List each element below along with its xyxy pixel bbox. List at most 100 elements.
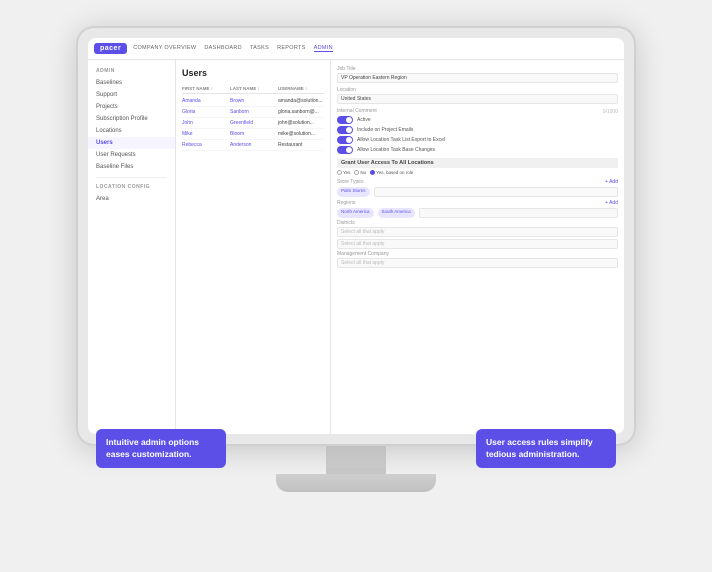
user-firstname-3: John (182, 120, 228, 126)
nav-dashboard[interactable]: DASHBOARD (204, 45, 242, 52)
table-row[interactable]: Amanda Brown amanda@solution... (182, 96, 324, 107)
tag-palm-stores: Palm Stores (337, 187, 370, 197)
store-type-tags: Palm Stores (337, 187, 618, 197)
location-label: Location (337, 87, 618, 93)
users-panel: Users FIRST NAME ↑ LAST NAME ↑ USERNAME … (176, 60, 331, 434)
job-title-label: Job Title (337, 66, 618, 72)
store-types-label: Store Types (337, 179, 364, 185)
user-lastname-1: Brown (230, 98, 276, 104)
grant-access-header: Grant User Access To All Locations (337, 158, 618, 168)
radio-no-dot[interactable] (354, 170, 359, 175)
region-select[interactable] (419, 208, 618, 218)
radio-role-dot[interactable] (370, 170, 375, 175)
districts-label: Districts (337, 220, 618, 226)
radio-role[interactable]: Yes, based on role (370, 170, 413, 175)
radio-yes-dot[interactable] (337, 170, 342, 175)
main-panel: Users FIRST NAME ↑ LAST NAME ↑ USERNAME … (176, 60, 624, 434)
tag-south-america: South America (378, 208, 415, 218)
nav-company[interactable]: COMPANY OVERVIEW (133, 45, 196, 52)
toggle-active[interactable]: Active (337, 116, 618, 124)
user-username-3: john@solution... (278, 120, 324, 126)
user-lastname-4: Bloom (230, 131, 276, 137)
user-lastname-2: Sanborn (230, 109, 276, 115)
sidebar-item-baselines[interactable]: Baselines (88, 77, 175, 89)
districts-select[interactable]: Select all that apply (337, 227, 618, 237)
store-type-select[interactable] (374, 187, 618, 197)
toggle-active-label: Active (357, 117, 371, 123)
user-firstname-5: Rebecca (182, 142, 228, 148)
callout-left: Intuitive admin options eases customizat… (96, 429, 226, 468)
monitor-wrapper: Intuitive admin options eases customizat… (66, 26, 646, 546)
table-row[interactable]: Gloria Sanborn gloria.sanborn@... (182, 107, 324, 118)
radio-no-label: No (360, 170, 366, 175)
table-row[interactable]: Rebecca Anderson Restaurant (182, 140, 324, 151)
location-row: Location United States (337, 87, 618, 104)
logo-text: pacer (100, 45, 121, 52)
users-title: Users (182, 68, 324, 78)
sidebar-item-subscription[interactable]: Subscription Profile (88, 113, 175, 125)
user-lastname-5: Anderson (230, 142, 276, 148)
nav-tasks[interactable]: TASKS (250, 45, 269, 52)
user-username-2: gloria.sanborn@... (278, 109, 324, 115)
sidebar-item-user-requests[interactable]: User Requests (88, 149, 175, 161)
user-username-4: mike@solution... (278, 131, 324, 137)
toggle-project-emails[interactable]: Include on Project Emails (337, 126, 618, 134)
toggle-active-switch[interactable] (337, 116, 353, 124)
app-body: ADMIN Baselines Support Projects Subscri… (88, 60, 624, 434)
nav-reports[interactable]: REPORTS (277, 45, 306, 52)
radio-yes[interactable]: Yes (337, 170, 350, 175)
table-header: FIRST NAME ↑ LAST NAME ↑ USERNAME ↑ (182, 84, 324, 94)
table-row[interactable]: John Greenfield john@solution... (182, 118, 324, 129)
job-title-input[interactable]: VP Operation Eastern Region (337, 73, 618, 83)
user-lastname-3: Greenfield (230, 120, 276, 126)
regions-label: Regions (337, 200, 355, 206)
internal-comment-label: Internal Comment (337, 108, 377, 114)
table-row[interactable]: Mike Bloom mike@solution... (182, 129, 324, 140)
radio-yes-label: Yes (343, 170, 350, 175)
col-firstname: FIRST NAME ↑ (182, 86, 228, 91)
col-lastname: LAST NAME ↑ (230, 86, 276, 91)
sidebar-item-locations[interactable]: Locations (88, 125, 175, 137)
sidebar-item-support[interactable]: Support (88, 89, 175, 101)
monitor-body: pacer COMPANY OVERVIEW DASHBOARD TASKS R… (76, 26, 636, 446)
user-username-5: Restaurant (278, 142, 324, 148)
user-firstname-4: Mike (182, 131, 228, 137)
nav-items: COMPANY OVERVIEW DASHBOARD TASKS REPORTS… (133, 45, 333, 52)
app-header: pacer COMPANY OVERVIEW DASHBOARD TASKS R… (88, 38, 624, 60)
nav-admin[interactable]: ADMIN (314, 45, 333, 52)
screen: pacer COMPANY OVERVIEW DASHBOARD TASKS R… (88, 38, 624, 434)
toggle-emails-switch[interactable] (337, 126, 353, 134)
add-region-btn[interactable]: + Add (605, 199, 618, 207)
user-username-1: amanda@solution... (278, 98, 324, 104)
sidebar-item-baseline-files[interactable]: Baseline Files (88, 161, 175, 173)
radio-group: Yes No Yes, based on role (337, 170, 618, 175)
toggle-emails-label: Include on Project Emails (357, 127, 413, 133)
mgmt-company-select[interactable]: Select all that apply (337, 258, 618, 268)
toggle-excel-switch[interactable] (337, 136, 353, 144)
sidebar: ADMIN Baselines Support Projects Subscri… (88, 60, 176, 434)
radio-role-label: Yes, based on role (376, 170, 413, 175)
sidebar-section-location: LOCATION CONFIG (88, 182, 175, 193)
toggle-task-switch[interactable] (337, 146, 353, 154)
toggle-export-excel[interactable]: Allow Location Task List Export to Excel (337, 136, 618, 144)
sidebar-item-projects[interactable]: Projects (88, 101, 175, 113)
sidebar-item-area[interactable]: Area (88, 193, 175, 205)
toggle-task-label: Allow Location Task Base Changes (357, 147, 435, 153)
sidebar-item-users[interactable]: Users (88, 137, 175, 149)
detail-panel: Job Title VP Operation Eastern Region Lo… (331, 60, 624, 434)
user-firstname-2: Gloria (182, 109, 228, 115)
sidebar-divider (96, 177, 167, 178)
radio-no[interactable]: No (354, 170, 366, 175)
job-title-row: Job Title VP Operation Eastern Region (337, 66, 618, 83)
user-firstname-1: Amanda (182, 98, 228, 104)
sidebar-section-admin: ADMIN (88, 66, 175, 77)
callout-right: User access rules simplify tedious admin… (476, 429, 616, 468)
location-input[interactable]: United States (337, 94, 618, 104)
add-store-type-btn[interactable]: + Add (605, 178, 618, 186)
logo-area: pacer (94, 43, 127, 54)
char-counter: 0/1000 (603, 109, 618, 115)
toggle-task-changes[interactable]: Allow Location Task Base Changes (337, 146, 618, 154)
monitor-neck (326, 446, 386, 474)
toggle-excel-label: Allow Location Task List Export to Excel (357, 137, 445, 143)
locations-select[interactable]: Select all that apply (337, 239, 618, 249)
